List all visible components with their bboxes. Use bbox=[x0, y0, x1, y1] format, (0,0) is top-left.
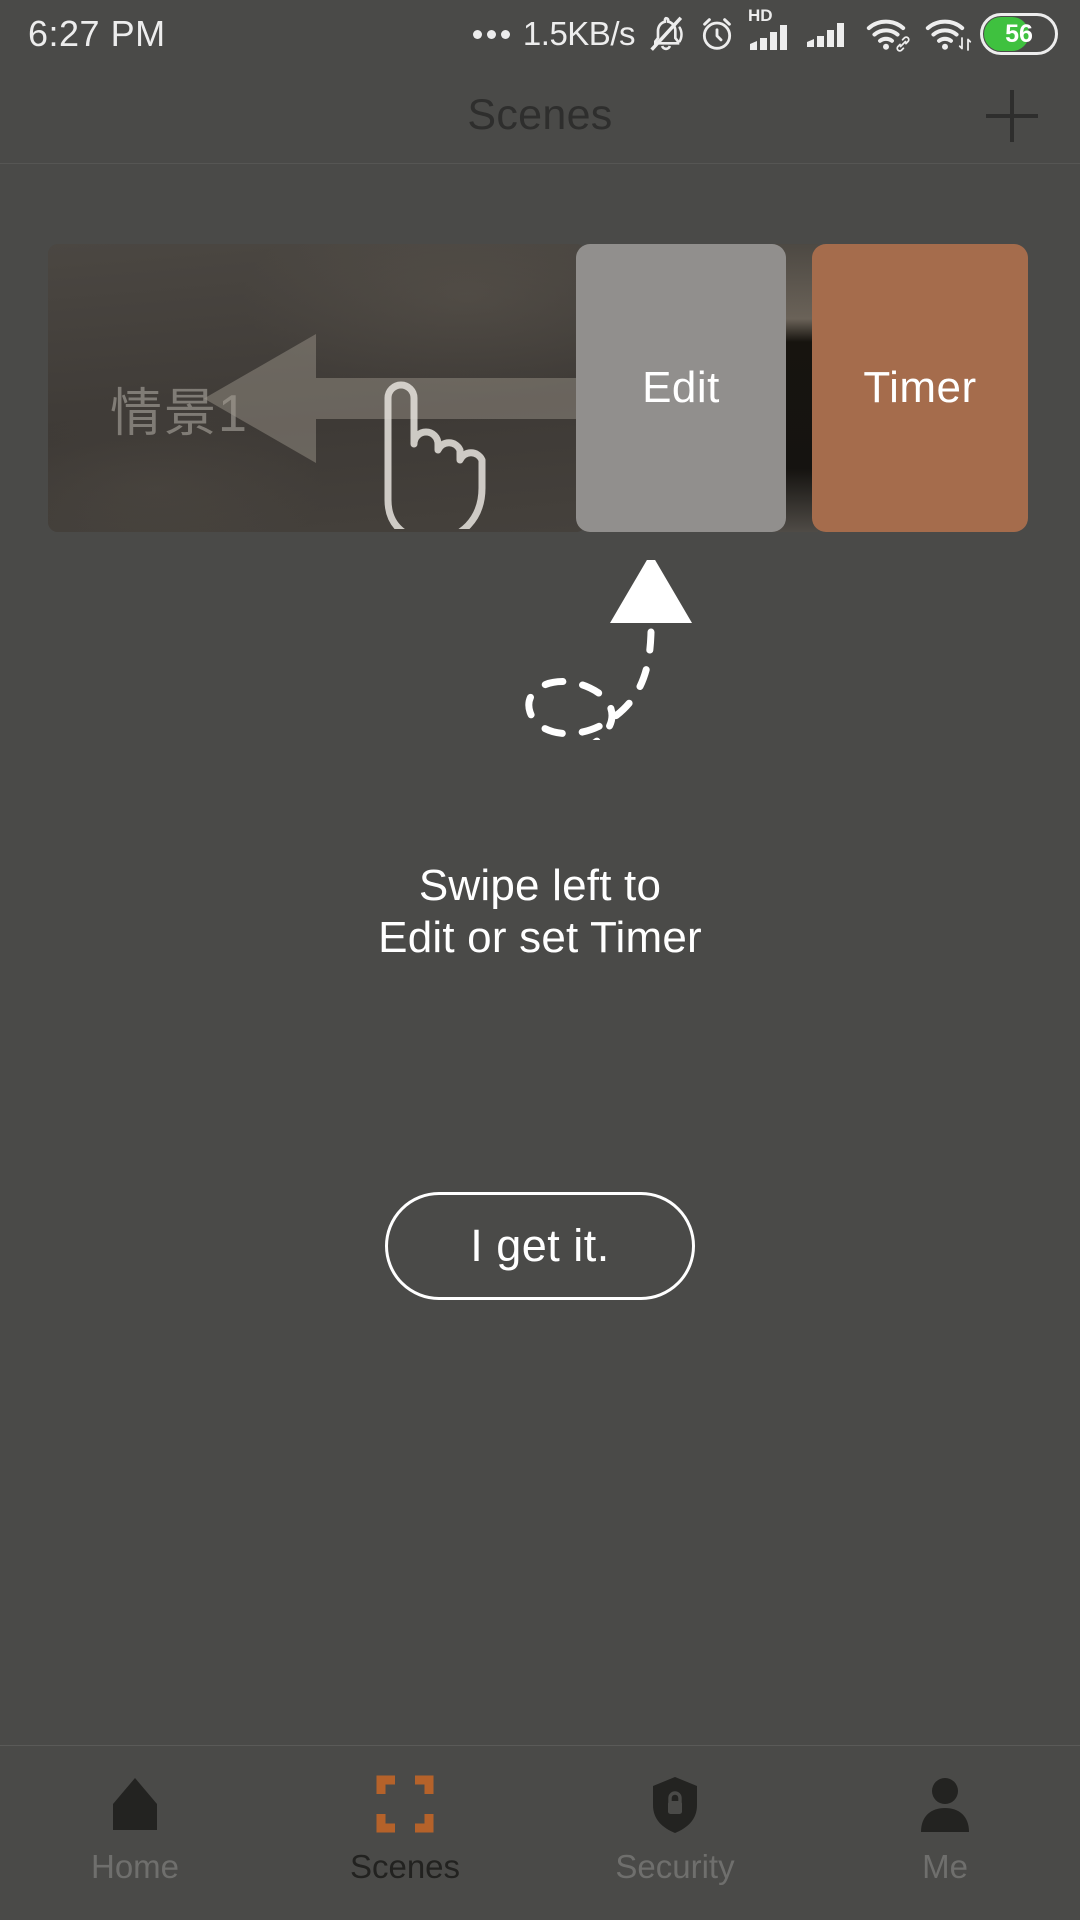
coach-mark-text: Swipe left to Edit or set Timer bbox=[0, 860, 1080, 964]
app-screen: 6:27 PM 1.5KB/s HD 56 Scenes 情景1 Edit Ti… bbox=[0, 0, 1080, 1920]
shield-lock-icon bbox=[643, 1770, 707, 1838]
status-bar: 6:27 PM 1.5KB/s HD 56 bbox=[0, 0, 1080, 68]
coach-mark-line2: Edit or set Timer bbox=[378, 912, 702, 962]
scene-card[interactable]: 情景1 bbox=[48, 244, 586, 532]
nav-label-security: Security bbox=[615, 1848, 735, 1885]
alarm-clock-icon bbox=[702, 18, 732, 50]
status-icons: 1.5KB/s HD 56 bbox=[472, 7, 1058, 58]
nav-item-security[interactable]: Security bbox=[540, 1746, 810, 1886]
bottom-navigation: Home Scenes Security Me bbox=[0, 1745, 1080, 1920]
battery-icon: 56 bbox=[980, 13, 1058, 55]
wifi-transfer-icon bbox=[921, 13, 972, 55]
person-icon bbox=[913, 1770, 977, 1838]
signal-icon bbox=[807, 23, 844, 47]
nav-label-me: Me bbox=[922, 1848, 968, 1885]
battery-level-label: 56 bbox=[1005, 19, 1033, 48]
timer-button[interactable]: Timer bbox=[812, 244, 1028, 532]
status-time: 6:27 PM bbox=[28, 13, 166, 54]
network-speed-label: 1.5KB/s bbox=[522, 15, 636, 52]
pointing-hand-icon bbox=[384, 381, 486, 529]
mute-bell-icon bbox=[650, 16, 683, 51]
home-icon bbox=[103, 1770, 167, 1838]
nav-label-scenes: Scenes bbox=[349, 1848, 461, 1885]
edit-button[interactable]: Edit bbox=[576, 244, 786, 532]
scenes-icon bbox=[373, 1770, 437, 1838]
edit-button-label: Edit bbox=[642, 363, 720, 412]
page-title: Scenes bbox=[467, 91, 613, 139]
add-icon[interactable] bbox=[980, 84, 1044, 148]
curved-dashed-arrow-icon bbox=[525, 560, 692, 740]
more-dots-icon bbox=[472, 29, 510, 39]
i-get-it-button[interactable]: I get it. bbox=[385, 1192, 695, 1300]
nav-label-home: Home bbox=[90, 1848, 180, 1885]
top-bar: Scenes bbox=[0, 68, 1080, 164]
wifi-link-icon bbox=[862, 13, 910, 55]
timer-button-label: Timer bbox=[863, 363, 977, 412]
hd-signal-icon: HD bbox=[748, 7, 794, 58]
nav-item-me[interactable]: Me bbox=[810, 1746, 1080, 1886]
scene-row: 情景1 Edit Timer bbox=[0, 196, 1080, 532]
i-get-it-label: I get it. bbox=[470, 1220, 610, 1271]
nav-item-home[interactable]: Home bbox=[0, 1746, 270, 1886]
nav-item-scenes[interactable]: Scenes bbox=[270, 1746, 540, 1886]
coach-mark-line1: Swipe left to bbox=[418, 861, 662, 910]
